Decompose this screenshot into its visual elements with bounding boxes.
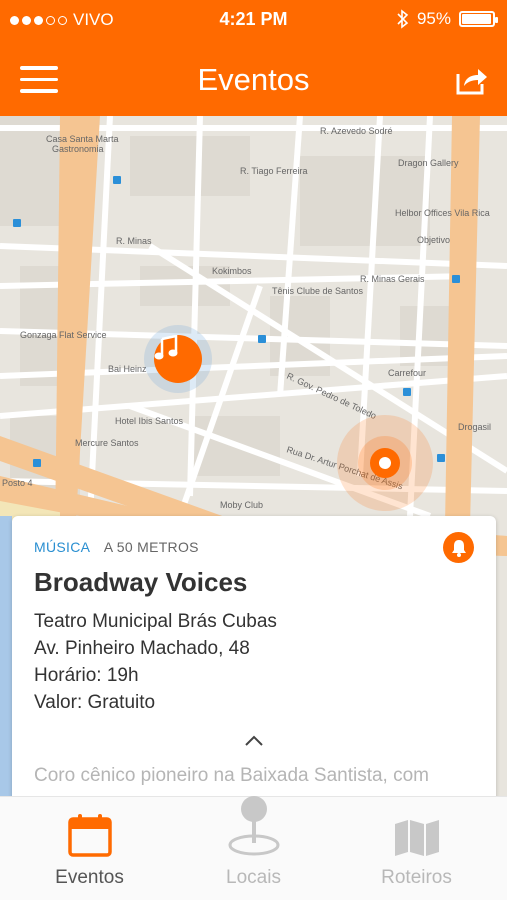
map-label: Mercure Santos	[75, 438, 139, 448]
event-meta: MÚSICA A 50 METROS	[34, 539, 199, 555]
share-icon	[456, 69, 487, 95]
tab-label: Roteiros	[381, 867, 452, 888]
tab-label: Locais	[226, 867, 281, 888]
tab-locais[interactable]: Locais	[169, 796, 338, 900]
event-price: Valor: Gratuito	[34, 692, 156, 713]
top-bar: VIVO 4:21 PM 95% Eventos	[0, 0, 507, 116]
event-time: Horário: 19h	[34, 665, 139, 686]
map-label: Posto 4	[2, 478, 33, 488]
map-label: Objetivo	[417, 235, 450, 245]
event-card[interactable]: MÚSICA A 50 METROS Broadway Voices Teatr…	[12, 516, 496, 806]
status-bar: VIVO 4:21 PM 95%	[0, 0, 507, 40]
map-label: Gastronomia	[52, 144, 104, 154]
share-button[interactable]	[455, 64, 489, 96]
music-note-icon	[154, 335, 178, 360]
tab-roteiros[interactable]: Roteiros	[332, 797, 501, 900]
battery-status: 95%	[397, 9, 498, 29]
event-info: Teatro Municipal Brás Cubas Av. Pinheiro…	[34, 608, 277, 716]
event-address: Av. Pinheiro Machado, 48	[34, 638, 250, 659]
map-label: Hotel Ibis Santos	[115, 416, 184, 426]
map-label: Casa Santa Marta	[46, 134, 119, 144]
expand-button[interactable]	[243, 734, 265, 748]
chevron-up-icon	[245, 735, 263, 746]
tab-eventos[interactable]: Eventos	[5, 797, 174, 900]
tab-bar: Eventos Locais Roteiros	[0, 796, 507, 900]
event-title: Broadway Voices	[34, 567, 248, 597]
map-label: Carrefour	[388, 368, 426, 378]
map-pin-icon	[228, 796, 279, 856]
current-location-dot	[370, 448, 400, 478]
folded-map-icon	[394, 820, 439, 856]
map-label: Tênis Clube de Santos	[272, 286, 364, 296]
event-distance: A 50 METROS	[103, 539, 199, 555]
map-label: R. Minas	[116, 236, 152, 246]
map-label: Gonzaga Flat Service	[20, 330, 107, 340]
map-label: Moby Club	[220, 500, 263, 510]
nav-bar: Eventos	[0, 44, 507, 116]
page-title: Eventos	[197, 62, 310, 97]
battery-icon	[459, 11, 498, 27]
tab-label: Eventos	[55, 867, 124, 888]
event-category: MÚSICA	[34, 539, 90, 555]
map-label: R. Azevedo Sodré	[320, 126, 393, 136]
map-label: Bai Heinz	[108, 364, 147, 374]
bell-icon	[451, 539, 466, 557]
map-label: Dragon Gallery	[398, 158, 459, 168]
notify-button[interactable]	[443, 532, 474, 563]
map-label: R. Minas Gerais	[360, 274, 425, 284]
map-label: Helbor Offices Vila Rica	[395, 208, 490, 218]
calendar-icon	[67, 814, 112, 857]
map-label: Kokimbos	[212, 266, 252, 276]
map-label: R. Tiago Ferreira	[240, 166, 308, 176]
event-venue: Teatro Municipal Brás Cubas	[34, 611, 277, 632]
map-label: Drogasil	[458, 422, 491, 432]
battery-percent: 95%	[416, 9, 451, 28]
event-description: Coro cênico pioneiro na Baixada Santista…	[34, 765, 430, 786]
bluetooth-icon	[397, 9, 409, 29]
music-event-marker[interactable]	[154, 335, 202, 383]
